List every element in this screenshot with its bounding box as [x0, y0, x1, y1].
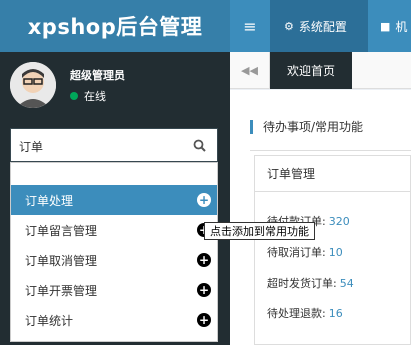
sidebar: 超级管理员 在线 订单处理 + 订单留言管理 + 订单取消管理 + [0, 52, 230, 345]
suggestion-label: 订单开票管理 [25, 283, 98, 298]
suggestion-item[interactable]: 订单统计 + [11, 305, 217, 335]
online-status-dot [70, 92, 78, 100]
suggestion-item[interactable]: 订单处理 + [11, 185, 217, 215]
tab-bar: ◀◀ 欢迎首页 [230, 52, 411, 89]
divider [250, 150, 411, 151]
search-icon [193, 139, 206, 152]
tab-scroll-left-button[interactable]: ◀◀ [230, 52, 270, 89]
suggestion-item[interactable]: 订单留言管理 + [11, 215, 217, 245]
suggestion-label: 订单处理 [25, 193, 74, 208]
stat-value[interactable]: 320 [329, 215, 350, 228]
nav-system-config[interactable]: ⚙ 系统配置 [270, 0, 368, 52]
nav-label: 系统配置 [298, 19, 347, 34]
gears-icon: ⚙ [284, 19, 294, 33]
brand-logo[interactable]: xpshop后台管理 [0, 0, 230, 52]
search-button[interactable] [189, 135, 209, 155]
suggestion-label: 订单取消管理 [25, 253, 98, 268]
add-shortcut-tooltip: 点击添加到常用功能 [204, 222, 315, 240]
section-title-text: 待办事项/常用功能 [263, 120, 364, 134]
add-shortcut-icon[interactable]: + [197, 313, 211, 327]
section-title: 待办事项/常用功能 [250, 118, 363, 135]
stat-value[interactable]: 10 [329, 246, 343, 259]
sidebar-toggle-button[interactable]: ≡ [230, 0, 270, 52]
stat-row[interactable]: 待取消订单: 10 [267, 244, 343, 260]
double-chevron-left-icon: ◀◀ [241, 64, 258, 77]
suggestion-item[interactable]: 订单取消管理 + [11, 245, 217, 275]
user-name: 超级管理员 [70, 69, 125, 82]
user-panel: 超级管理员 在线 [0, 52, 230, 122]
order-panel: 订单管理 待付款订单:320 待取消订单:10 超时发货订单:54 待处理退款:… [254, 155, 411, 345]
stat-row[interactable]: 超时发货订单: 54 [267, 275, 354, 291]
search-suggestions: 订单处理 + 订单留言管理 + 订单取消管理 + 订单开票管理 + 订单统计 + [10, 162, 218, 342]
stat-label: 待处理退款: [267, 307, 326, 320]
add-shortcut-icon[interactable]: + [197, 253, 211, 267]
search-input[interactable] [19, 136, 179, 156]
stat-label: 超时发货订单: [267, 277, 337, 290]
top-header: xpshop后台管理 ≡ ⚙ 系统配置 ■ 机 [0, 0, 411, 52]
status-label: 在线 [84, 90, 106, 103]
add-shortcut-icon[interactable]: + [197, 193, 211, 207]
avatar [10, 62, 56, 108]
tab-home[interactable]: 欢迎首页 [270, 52, 352, 89]
stat-value[interactable]: 16 [329, 307, 343, 320]
truck-icon: ■ [380, 19, 391, 33]
suggestion-label: 订单统计 [25, 313, 74, 328]
suggestion-label: 订单留言管理 [25, 223, 98, 238]
suggestion-item[interactable]: 订单开票管理 + [11, 275, 217, 305]
panel-title: 订单管理 [255, 156, 411, 192]
stat-value[interactable]: 54 [340, 277, 354, 290]
stat-row[interactable]: 待处理退款: 16 [267, 305, 343, 321]
stat-label: 待取消订单: [267, 246, 326, 259]
nav-label: 机 [395, 19, 408, 34]
user-status: 在线 [70, 88, 106, 104]
menu-icon: ≡ [243, 16, 257, 36]
nav-second-item[interactable]: ■ 机 [368, 0, 411, 52]
title-accent-bar [250, 119, 253, 134]
add-shortcut-icon[interactable]: + [197, 283, 211, 297]
sidebar-search [10, 128, 218, 162]
